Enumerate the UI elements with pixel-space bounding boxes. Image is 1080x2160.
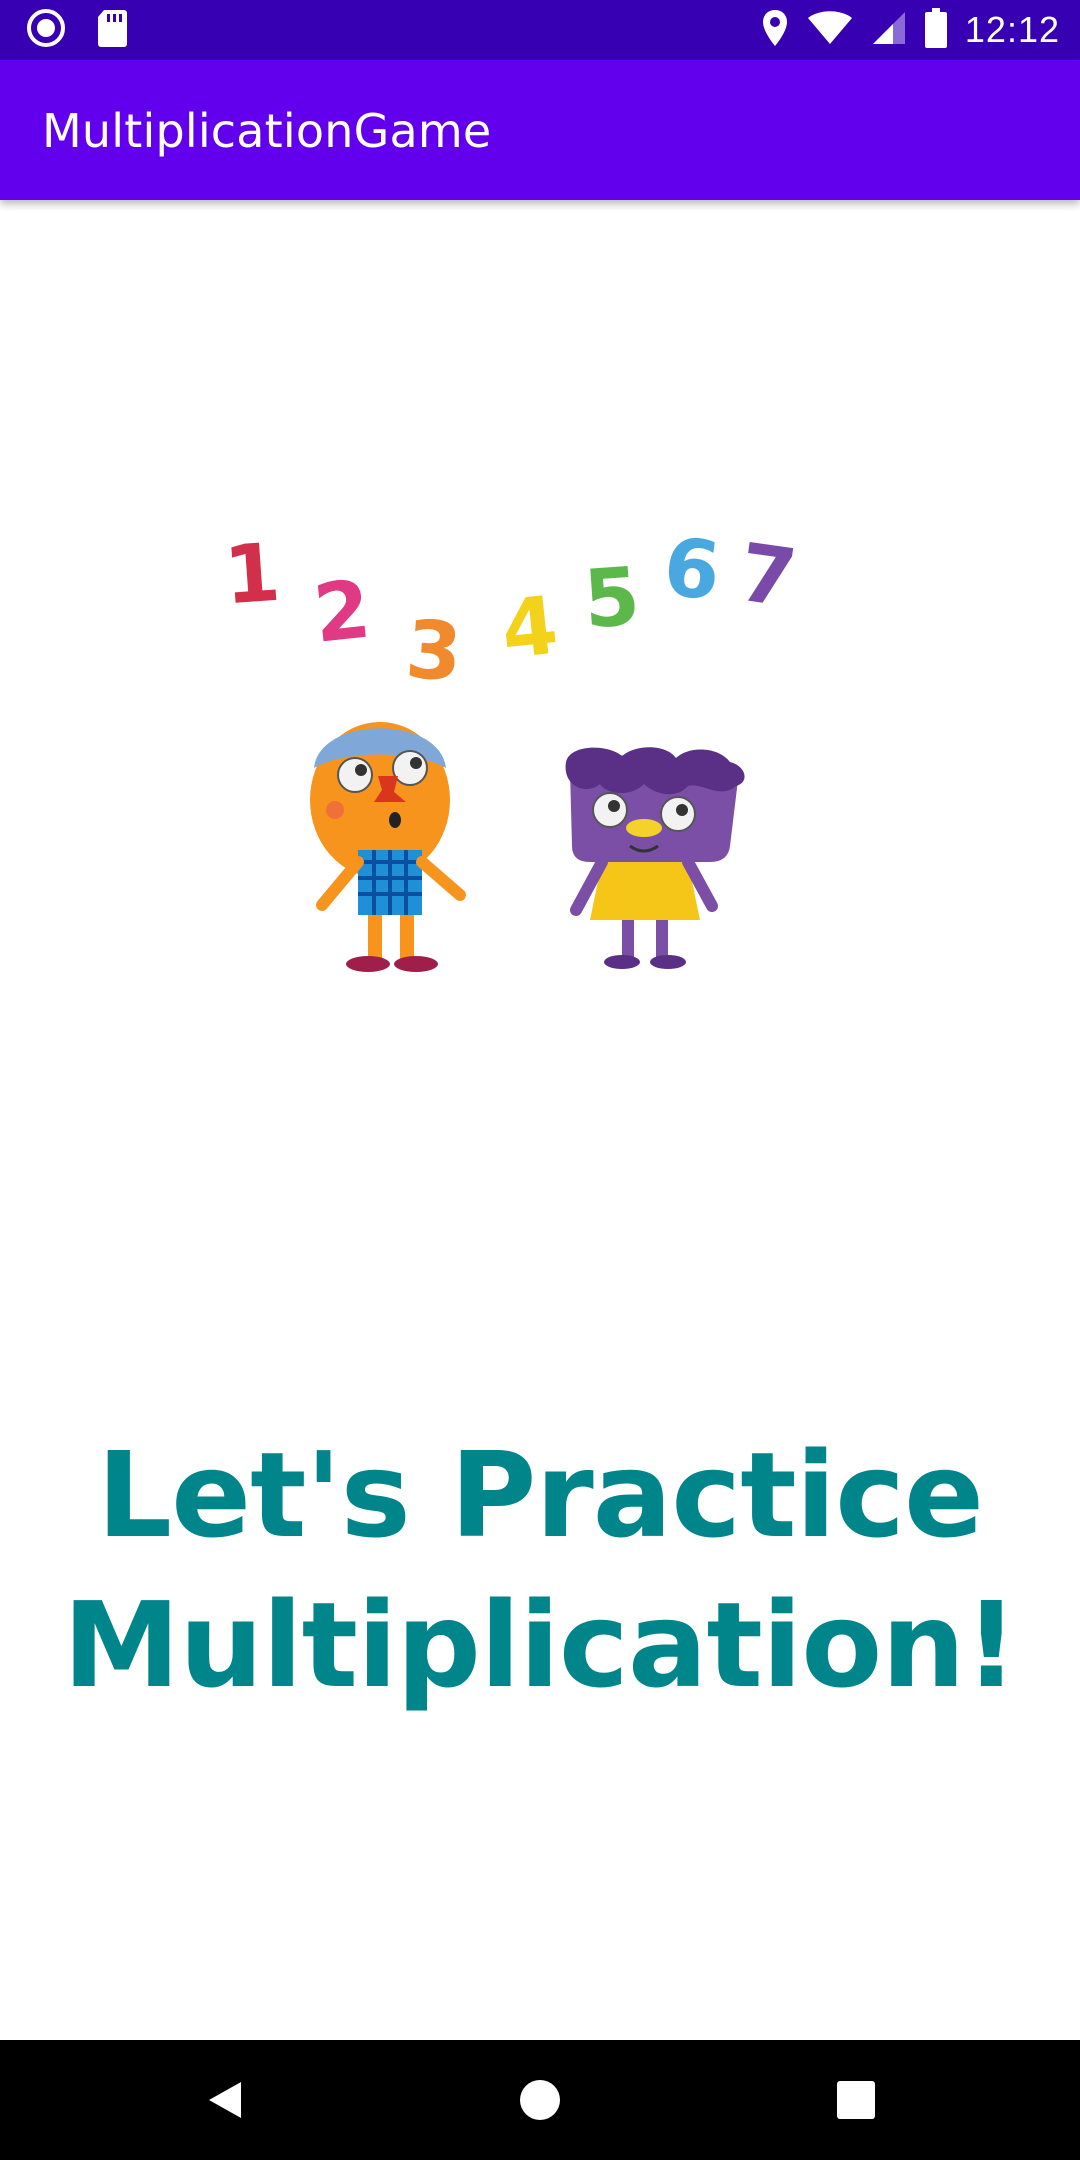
kids-numbers-illustration: 1 2 3 4 5 6 7: [210, 510, 1030, 980]
number-1-glyph: 1: [221, 526, 283, 623]
heading-line-2: Multiplication!: [62, 1576, 1018, 1714]
number-7-glyph: 7: [734, 526, 802, 626]
illustration-svg: 1 2 3 4 5 6 7: [221, 520, 802, 972]
app-bar: MultiplicationGame: [0, 60, 1080, 200]
wifi-icon: [807, 10, 853, 51]
back-icon: [209, 2082, 241, 2118]
number-6-glyph: 6: [659, 520, 724, 618]
app-title: MultiplicationGame: [42, 104, 492, 158]
status-right-icons: 12:12: [761, 7, 1060, 53]
number-3-glyph: 3: [403, 603, 465, 700]
recents-icon: [837, 2081, 875, 2119]
location-icon: [761, 8, 789, 53]
number-2-glyph: 2: [310, 563, 375, 661]
back-button[interactable]: [165, 2040, 285, 2160]
signal-icon: [871, 10, 907, 51]
status-left-icons: [26, 8, 128, 53]
home-icon: [520, 2080, 560, 2120]
sd-card-icon: [96, 8, 128, 53]
purple-character: [565, 747, 745, 969]
record-icon: [26, 8, 66, 53]
screen: 12:12 MultiplicationGame 1 2 3 4 5 6 7 L…: [0, 0, 1080, 2160]
home-button[interactable]: [480, 2040, 600, 2160]
orange-character: [310, 722, 466, 972]
recents-button[interactable]: [796, 2040, 916, 2160]
status-time: 12:12: [964, 9, 1060, 50]
welcome-heading: Let's Practice Multiplication!: [0, 1420, 1080, 1720]
number-4-glyph: 4: [497, 579, 562, 677]
status-bar: 12:12: [0, 0, 1080, 60]
navigation-bar: [0, 2040, 1080, 2160]
number-5-glyph: 5: [581, 550, 643, 647]
battery-icon: [924, 7, 947, 53]
heading-line-1: Let's Practice: [96, 1426, 984, 1564]
